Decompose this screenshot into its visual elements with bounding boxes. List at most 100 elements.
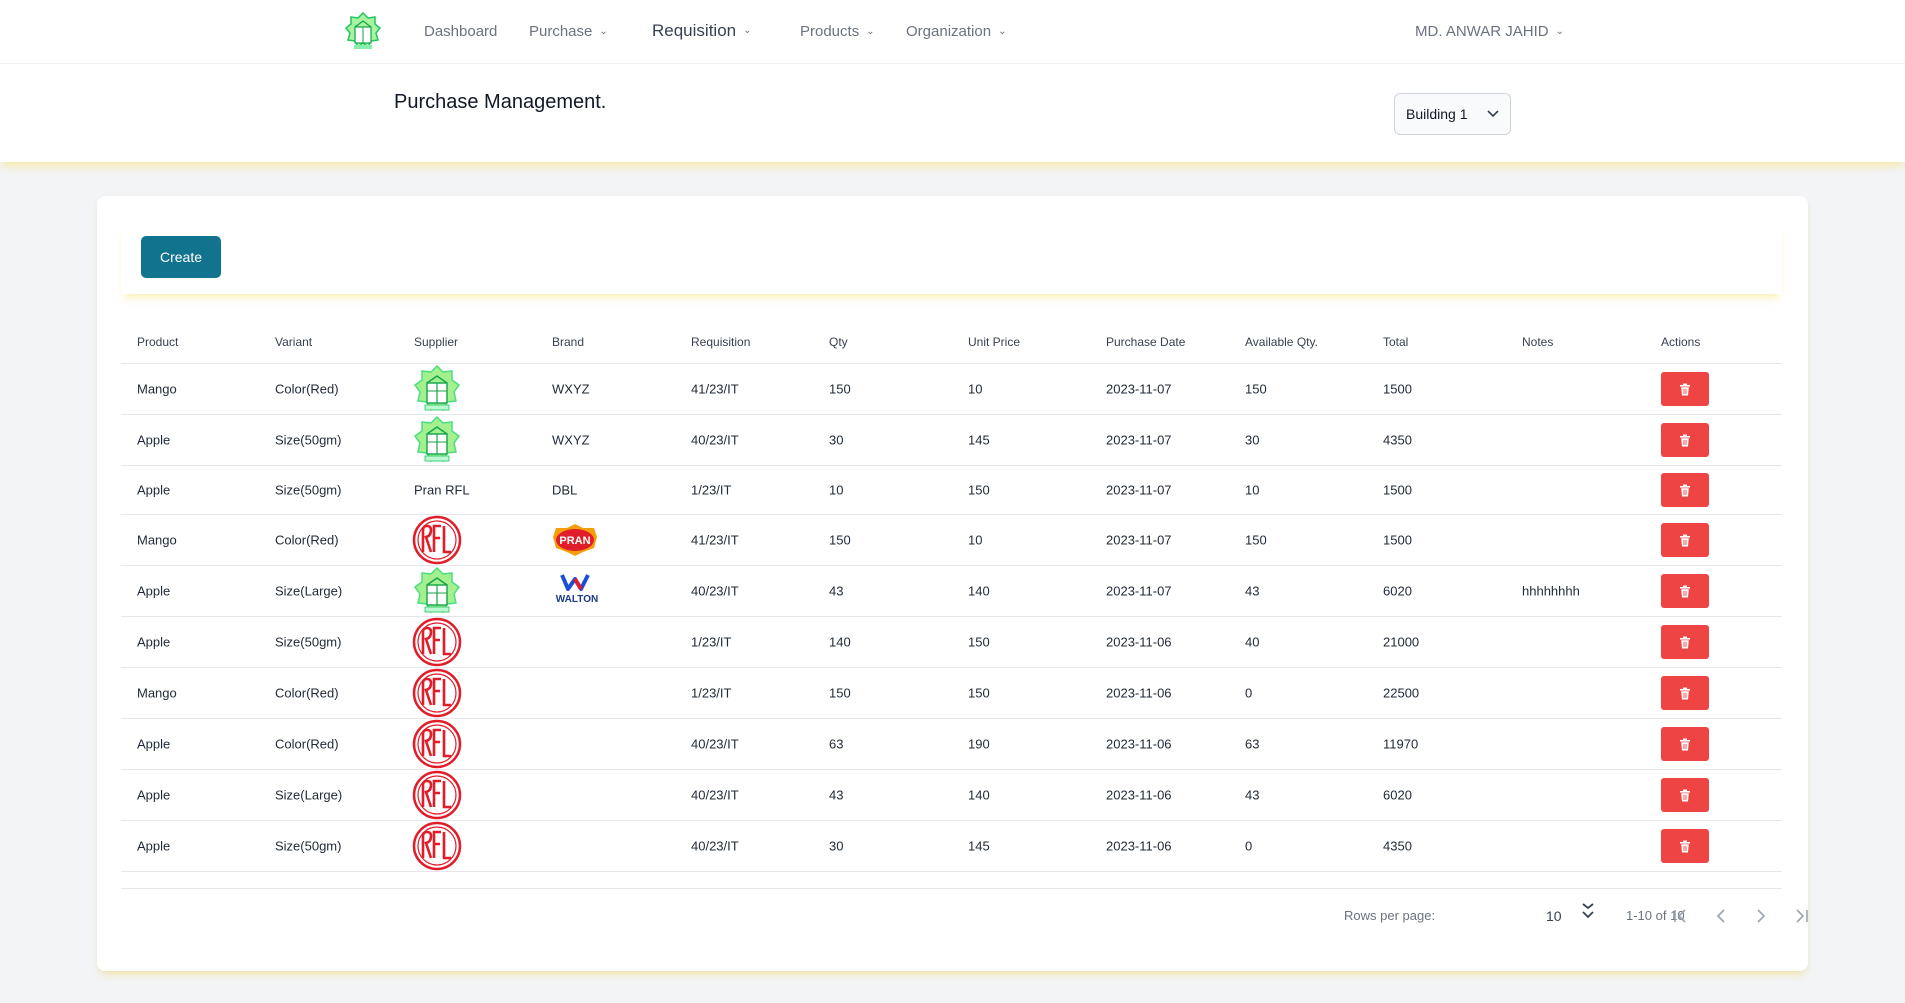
- cell-qty: 10: [829, 482, 844, 498]
- supplier-rfl-logo: [412, 668, 462, 718]
- cell-unit-price: 10: [968, 532, 983, 548]
- cell-qty: 30: [829, 838, 844, 854]
- supplier-rfl-logo: [412, 719, 462, 769]
- cell-qty: 150: [829, 685, 851, 701]
- cell-total: 1500: [1383, 381, 1412, 397]
- delete-button[interactable]: [1661, 778, 1709, 812]
- trash-icon: [1680, 840, 1690, 852]
- nav-organization[interactable]: Organization ⌄: [906, 23, 1006, 40]
- cell-available-qty: 43: [1245, 583, 1260, 599]
- delete-button[interactable]: [1661, 372, 1709, 406]
- page-title: Purchase Management.: [394, 91, 607, 113]
- cell-product: Mango: [137, 381, 177, 397]
- cell-requisition: 40/23/IT: [691, 838, 739, 854]
- table-body: Mango Color(Red) WXYZ 41/23/IT 150 10 2023-11-…: [121, 364, 1782, 872]
- building-select[interactable]: Building 1: [1394, 93, 1511, 135]
- column-header-requisition[interactable]: Requisition: [691, 335, 750, 349]
- page-header: Purchase Management. Building 1: [0, 64, 1905, 162]
- cell-requisition: 41/23/IT: [691, 381, 739, 397]
- table-header: Product Variant Supplier Brand Requisiti…: [121, 318, 1782, 364]
- chevron-down-icon: ⌄: [1555, 25, 1565, 37]
- cell-unit-price: 145: [968, 838, 990, 854]
- rows-per-page-value[interactable]: 10: [1546, 908, 1562, 924]
- column-header-actions: Actions: [1661, 335, 1701, 349]
- cell-available-qty: 150: [1245, 381, 1267, 397]
- column-header-available-qty[interactable]: Available Qty.: [1245, 335, 1318, 349]
- last-page-icon[interactable]: [1790, 906, 1812, 926]
- nav-purchase[interactable]: Purchase ⌄: [529, 23, 608, 40]
- table-row: Apple Color(Red) 40/23/IT 63 190 2023-11-06 63…: [121, 719, 1782, 770]
- cell-purchase-date: 2023-11-06: [1106, 685, 1172, 701]
- svg-text:WALTON: WALTON: [556, 594, 598, 605]
- chevron-down-icon: ⌄: [998, 25, 1007, 37]
- cell-unit-price: 190: [968, 736, 990, 752]
- cell-qty: 43: [829, 583, 844, 599]
- app-logo[interactable]: [345, 12, 381, 52]
- cell-available-qty: 40: [1245, 634, 1260, 650]
- nav-requisition-label: Requisition: [652, 21, 737, 40]
- column-header-brand[interactable]: Brand: [552, 335, 584, 349]
- user-menu[interactable]: MD. ANWAR JAHID ⌄: [1415, 23, 1564, 40]
- card-toolbar: Create: [121, 224, 1782, 294]
- top-navbar: Dashboard Purchase ⌄ Requisition ⌄ Produ…: [0, 0, 1905, 64]
- chevron-down-icon: [1487, 110, 1499, 118]
- nav-requisition[interactable]: Requisition ⌄: [652, 21, 752, 41]
- cell-unit-price: 145: [968, 432, 990, 448]
- delete-button[interactable]: [1661, 676, 1709, 710]
- column-header-variant[interactable]: Variant: [275, 335, 312, 349]
- cell-unit-price: 150: [968, 634, 990, 650]
- trash-icon: [1680, 687, 1690, 699]
- supplier-rfl-logo: [412, 617, 462, 667]
- column-header-notes[interactable]: Notes: [1522, 335, 1553, 349]
- nav-dashboard[interactable]: Dashboard: [424, 23, 497, 40]
- cell-total: 1500: [1383, 482, 1412, 498]
- table-row: Mango Color(Red) PRAN 41/23/IT 150 10 2023-11-…: [121, 515, 1782, 566]
- create-button[interactable]: Create: [141, 236, 221, 278]
- chevron-down-icon: ⌄: [599, 25, 608, 37]
- delete-button[interactable]: [1661, 727, 1709, 761]
- building-select-value: Building 1: [1406, 106, 1468, 122]
- next-page-icon[interactable]: [1750, 906, 1772, 926]
- trash-icon: [1680, 636, 1690, 648]
- column-header-unit-price[interactable]: Unit Price: [968, 335, 1020, 349]
- delete-button[interactable]: [1661, 473, 1709, 507]
- cell-total: 4350: [1383, 432, 1412, 448]
- nav-products[interactable]: Products ⌄: [800, 23, 875, 40]
- cell-product: Apple: [137, 736, 171, 752]
- cell-requisition: 1/23/IT: [691, 482, 732, 498]
- cell-qty: 43: [829, 787, 844, 803]
- column-header-total[interactable]: Total: [1383, 335, 1408, 349]
- pagination: Rows per page: 10 1-10 of 10: [121, 896, 1808, 932]
- table-row: Apple Size(Large) WALTON 40/23/IT 43 140 2023-…: [121, 566, 1782, 617]
- column-header-purchase-date[interactable]: Purchase Date: [1106, 335, 1185, 349]
- supplier-rfl-logo: [412, 821, 462, 871]
- cell-requisition: 1/23/IT: [691, 634, 732, 650]
- trash-icon: [1680, 789, 1690, 801]
- rows-per-page-dropdown-icon[interactable]: [1580, 902, 1596, 924]
- cell-total: 22500: [1383, 685, 1420, 701]
- supplier-rfl-logo: [412, 770, 462, 820]
- supplier-green-logo: [412, 566, 462, 616]
- cell-requisition: 40/23/IT: [691, 432, 739, 448]
- cell-requisition: 40/23/IT: [691, 736, 739, 752]
- previous-page-icon[interactable]: [1710, 906, 1732, 926]
- first-page-icon[interactable]: [1670, 906, 1692, 926]
- cell-product: Apple: [137, 838, 171, 854]
- delete-button[interactable]: [1661, 574, 1709, 608]
- delete-button[interactable]: [1661, 625, 1709, 659]
- cell-total: 6020: [1383, 787, 1412, 803]
- delete-button[interactable]: [1661, 829, 1709, 863]
- rows-per-page-label: Rows per page:: [1344, 908, 1436, 923]
- cell-product: Mango: [137, 532, 177, 548]
- delete-button[interactable]: [1661, 423, 1709, 457]
- brand-pran-logo: PRAN: [550, 520, 600, 560]
- cell-requisition: 1/23/IT: [691, 685, 732, 701]
- column-header-qty[interactable]: Qty: [829, 335, 848, 349]
- delete-button[interactable]: [1661, 523, 1709, 557]
- column-header-supplier[interactable]: Supplier: [414, 335, 458, 349]
- cell-unit-price: 150: [968, 482, 990, 498]
- column-header-product[interactable]: Product: [137, 335, 178, 349]
- cell-product: Apple: [137, 482, 171, 498]
- cell-available-qty: 0: [1245, 685, 1253, 701]
- cell-qty: 150: [829, 532, 851, 548]
